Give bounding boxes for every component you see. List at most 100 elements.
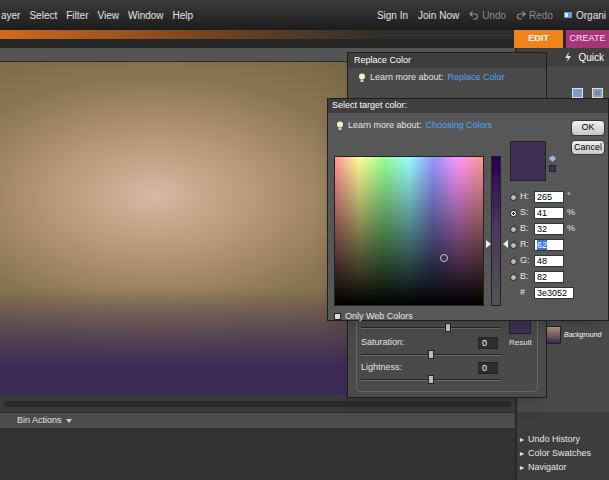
value-input[interactable]: 32 — [534, 223, 564, 235]
account-link[interactable]: Sign In — [377, 8, 408, 23]
account-link[interactable]: Join Now — [418, 8, 459, 23]
picker-top: OK Cancel — [510, 120, 605, 181]
hex-input[interactable]: 3e3052 — [534, 287, 574, 299]
field-value: 41 — [537, 208, 547, 218]
bottom-area: Bin Actions ▸Undo History▸Color Swatches… — [0, 412, 609, 480]
help-link[interactable]: Replace Color — [448, 71, 505, 85]
layer-name: Background — [564, 330, 601, 341]
accent-strip — [0, 30, 514, 39]
radio-button[interactable] — [510, 258, 517, 265]
field-value: 3e3052 — [537, 288, 567, 298]
saturation-slider[interactable] — [491, 156, 501, 306]
radio-button[interactable] — [510, 194, 517, 201]
value-input[interactable]: 265 — [534, 191, 564, 203]
redo-button[interactable]: Redo — [516, 8, 553, 23]
slider-track[interactable] — [361, 327, 501, 329]
radio-button[interactable] — [510, 226, 517, 233]
field-label: B: — [520, 222, 531, 236]
mode-bar-strip — [0, 30, 514, 48]
color-field-row: B: 32% — [510, 221, 605, 237]
ok-button[interactable]: OK — [571, 120, 605, 136]
scrollbar-track — [4, 401, 511, 407]
dialog-title: Replace Color — [354, 54, 411, 68]
slider-thumb[interactable] — [445, 323, 451, 332]
field-value: 48 — [537, 256, 547, 266]
field-label: B: — [520, 270, 531, 284]
adjustment-field[interactable]: 0 — [478, 337, 498, 349]
checkbox-label: Only Web Colors — [345, 310, 413, 324]
color-field-row: R: 62 — [510, 237, 605, 253]
field-unit: % — [567, 222, 575, 236]
bin-actions-menu[interactable]: Bin Actions — [17, 414, 62, 428]
panel-header[interactable]: ▸Color Swatches — [517, 447, 609, 461]
web-colors-option[interactable]: Only Web Colors — [334, 310, 510, 324]
value-input[interactable]: 48 — [534, 255, 564, 267]
expand-glyph: ▸ — [520, 434, 524, 446]
organizer-button[interactable]: Organi — [563, 8, 606, 23]
slider-track[interactable] — [361, 354, 501, 356]
tab-label: CREATE — [570, 32, 606, 46]
menu-item[interactable]: ayer — [1, 8, 20, 23]
panel-header[interactable]: ▸Navigator — [517, 461, 609, 475]
panel-label: Color Swatches — [528, 447, 591, 461]
dropdown-icon — [66, 419, 72, 423]
dialog-title-bar: Select target color: — [328, 99, 608, 113]
picker-right: OKCancelH:265°S:41%B:32%R:62G:48B:82#3e3… — [510, 113, 608, 324]
field-label: R: — [520, 238, 531, 252]
swatch-warnings — [549, 141, 556, 181]
layer-thumbnail — [545, 326, 561, 344]
slider-thumb[interactable] — [428, 350, 434, 359]
color-field-row: G:48 — [510, 253, 605, 269]
slider-arrows[interactable] — [486, 240, 508, 248]
slider-row — [361, 349, 501, 361]
button-label: Organi — [576, 8, 606, 23]
slider-row — [361, 374, 501, 386]
field-label: S: — [520, 206, 531, 220]
menu-item[interactable]: Select — [29, 8, 57, 23]
checkbox[interactable] — [334, 313, 341, 320]
undo-button[interactable]: Undo — [469, 8, 506, 23]
color-field-row: S:41% — [510, 205, 605, 221]
expand-glyph: ▸ — [520, 462, 524, 474]
value-input[interactable]: 62 — [534, 239, 564, 251]
adjustment-field[interactable]: 0 — [478, 362, 498, 374]
mode-bar: EDIT CREATE — [0, 30, 609, 48]
picker-left: Learn more about:Choosing ColorsOnly Web… — [334, 113, 510, 324]
color-field[interactable] — [334, 156, 484, 306]
hue-row — [361, 320, 501, 336]
slider-track[interactable] — [361, 379, 501, 381]
radio-button[interactable] — [510, 242, 517, 249]
panel-label: Undo History — [528, 433, 580, 447]
cancel-button[interactable]: Cancel — [571, 140, 605, 156]
radio-button[interactable] — [510, 274, 517, 281]
bin-bar: Bin Actions — [0, 412, 515, 428]
radio-button[interactable] — [510, 210, 517, 217]
slider-thumb[interactable] — [428, 375, 434, 384]
field-value: 32 — [537, 224, 547, 234]
field-value: 62 — [537, 240, 547, 250]
new-color-swatch — [510, 141, 546, 181]
collapsed-panels: ▸Undo History▸Color Swatches▸Navigator — [515, 412, 609, 480]
menu-item[interactable]: Filter — [66, 8, 88, 23]
organizer-icon — [563, 10, 573, 20]
mode-tab[interactable]: CREATE — [566, 30, 609, 48]
new-layer-icon — [572, 88, 583, 98]
help-link[interactable]: Choosing Colors — [426, 119, 493, 133]
adjustment-row: Saturation:0 — [361, 336, 501, 349]
menu-item[interactable]: Help — [173, 8, 194, 23]
menu-item[interactable]: View — [97, 8, 119, 23]
color-marker[interactable] — [440, 254, 448, 262]
menu-item[interactable]: Window — [128, 8, 164, 23]
field-value: 265 — [537, 192, 552, 202]
web-safe-swatch[interactable] — [549, 165, 556, 172]
field-value: 0 — [482, 338, 487, 348]
dialog-title: Select target color: — [332, 99, 407, 113]
value-input[interactable]: 82 — [534, 271, 564, 283]
value-input[interactable]: 41 — [534, 207, 564, 219]
field-unit: ° — [567, 190, 571, 204]
result-column: Result — [509, 315, 537, 391]
mode-tab[interactable]: EDIT — [514, 30, 563, 48]
panel-header[interactable]: ▸ Undo History — [517, 433, 609, 447]
color-picker-dialog: Select target color:Learn more about:Cho… — [327, 98, 609, 321]
adjustment-row: Lightness:0 — [361, 361, 501, 374]
